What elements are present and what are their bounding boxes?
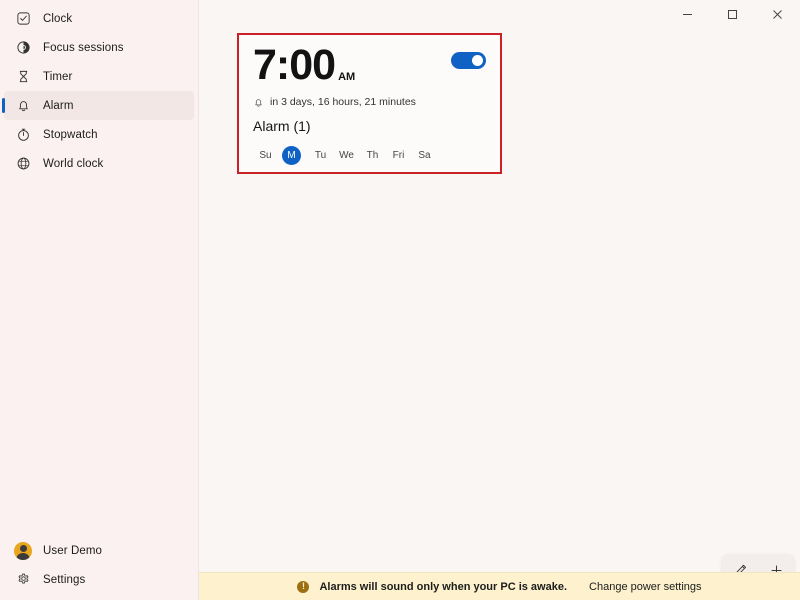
sidebar-item-stopwatch[interactable]: Stopwatch: [4, 120, 194, 149]
alarm-card[interactable]: 7:00 AM in 3 days, 16 hours, 21 minutes …: [239, 35, 500, 172]
maximize-icon: [728, 9, 737, 19]
alarm-name: Alarm (1): [253, 118, 311, 134]
user-avatar: [14, 541, 32, 560]
alarm-next-ring-row: in 3 days, 16 hours, 21 minutes: [253, 96, 486, 108]
clock-app-window: Clock Focus sessions Timer Alarm Stopwat…: [0, 0, 800, 600]
hourglass-timer-icon: [14, 68, 32, 86]
bell-alarm-icon: [14, 97, 32, 115]
toggle-knob: [472, 55, 483, 66]
alarm-next-ring-text: in 3 days, 16 hours, 21 minutes: [270, 96, 416, 108]
alarm-days-row: Su M Tu We Th Fri Sa: [253, 146, 486, 165]
navigation-sidebar: Clock Focus sessions Timer Alarm Stopwat…: [0, 0, 199, 600]
main-content-area: 7:00 AM in 3 days, 16 hours, 21 minutes …: [199, 0, 800, 600]
sidebar-item-alarm[interactable]: Alarm: [2, 91, 194, 120]
sidebar-bottom-group: User Demo Settings: [0, 536, 198, 600]
world-clock-icon: [14, 155, 32, 173]
focus-sessions-icon: [14, 39, 32, 57]
alarm-enable-toggle[interactable]: [451, 52, 486, 69]
change-power-settings-link[interactable]: Change power settings: [589, 581, 702, 593]
sidebar-item-settings[interactable]: Settings: [4, 565, 194, 594]
day-pill-su[interactable]: Su: [253, 146, 278, 165]
alarm-time-group: 7:00 AM: [253, 44, 355, 87]
alarm-card-header: 7:00 AM: [253, 44, 486, 87]
sidebar-item-timer[interactable]: Timer: [4, 62, 194, 91]
maximize-button[interactable]: [710, 0, 755, 28]
sidebar-item-label: Alarm: [43, 99, 74, 112]
close-icon: [773, 9, 782, 19]
close-button[interactable]: [755, 0, 800, 28]
sidebar-item-label: Focus sessions: [43, 41, 124, 54]
app-body: Clock Focus sessions Timer Alarm Stopwat…: [0, 0, 800, 600]
day-pill-we[interactable]: We: [334, 146, 359, 165]
warning-exclamation-icon: !: [297, 580, 310, 593]
sidebar-item-label: Stopwatch: [43, 128, 98, 141]
bell-icon: [253, 97, 264, 108]
alarm-time: 7:00: [253, 41, 336, 89]
settings-label: Settings: [43, 573, 86, 586]
sidebar-item-world-clock[interactable]: World clock: [4, 149, 194, 178]
nav-list: Clock Focus sessions Timer Alarm Stopwat…: [0, 4, 198, 178]
status-bar: ! Alarms will sound only when your PC is…: [199, 572, 800, 600]
gear-icon: [14, 571, 32, 589]
day-pill-sa[interactable]: Sa: [412, 146, 437, 165]
day-pill-m[interactable]: M: [282, 146, 301, 165]
minimize-icon: [683, 13, 692, 15]
title-bar: [0, 0, 800, 28]
status-message: Alarms will sound only when your PC is a…: [319, 580, 568, 593]
alarm-meridiem: AM: [338, 71, 356, 83]
sidebar-item-user-account[interactable]: User Demo: [4, 536, 194, 565]
day-pill-fri[interactable]: Fri: [386, 146, 411, 165]
day-pill-th[interactable]: Th: [360, 146, 385, 165]
stopwatch-icon: [14, 126, 32, 144]
sidebar-item-label: World clock: [43, 157, 104, 170]
minimize-button[interactable]: [665, 0, 710, 28]
sidebar-item-focus-sessions[interactable]: Focus sessions: [4, 33, 194, 62]
day-pill-tu[interactable]: Tu: [308, 146, 333, 165]
sidebar-item-label: Timer: [43, 70, 73, 83]
user-account-label: User Demo: [43, 544, 103, 557]
